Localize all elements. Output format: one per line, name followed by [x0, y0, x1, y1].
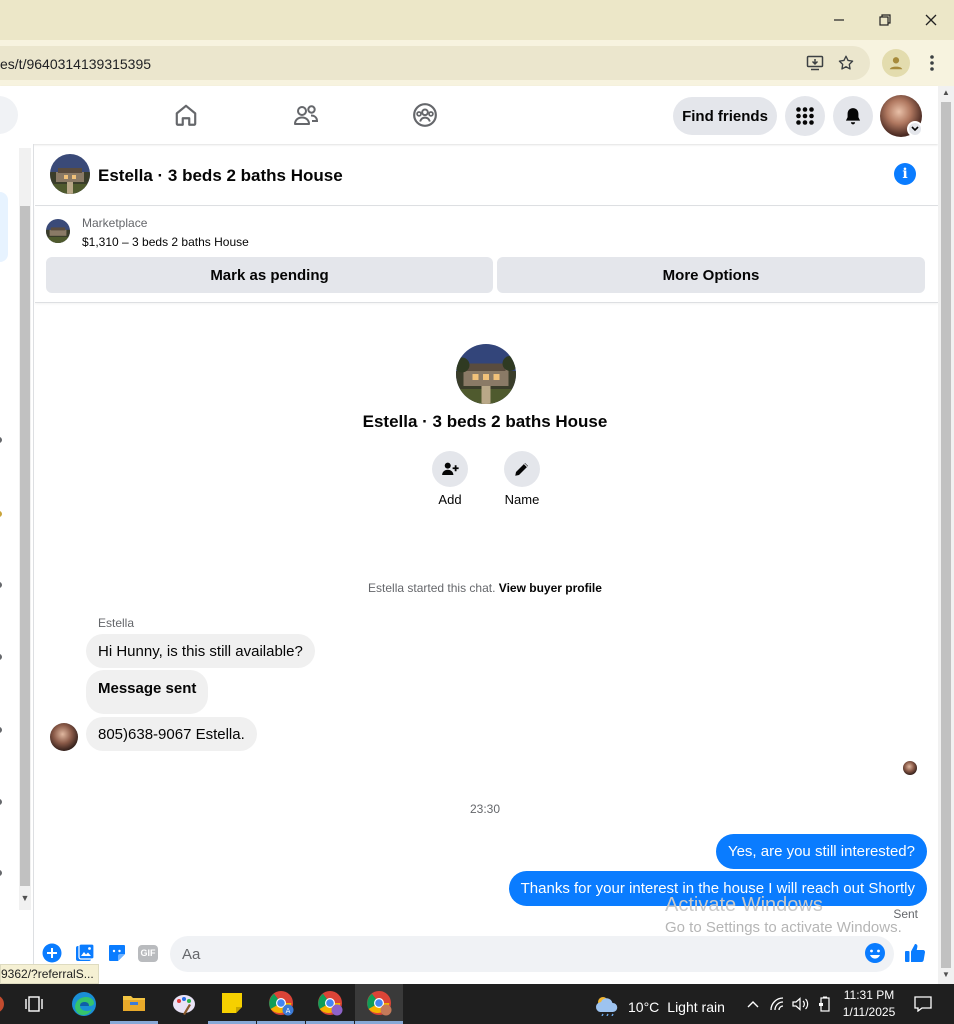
gif-icon[interactable]: GIF [137, 942, 159, 964]
find-friends-button[interactable]: Find friends [673, 97, 777, 135]
weather-widget[interactable]: 10°C Light rain [594, 994, 725, 1019]
page-scrollbar-thumb[interactable] [941, 102, 951, 968]
sticky-notes-icon[interactable] [208, 984, 256, 1024]
listing-thumbnail[interactable] [46, 219, 70, 243]
message-composer[interactable] [170, 936, 894, 972]
scroll-down-arrow-icon[interactable]: ▼ [941, 970, 951, 979]
chat-title[interactable]: Estella · 3 beds 2 baths House [98, 166, 343, 186]
url-text[interactable]: es/t/9640314139315395 [0, 56, 151, 72]
sender-avatar[interactable] [50, 723, 78, 751]
file-explorer-icon[interactable] [110, 984, 158, 1024]
thumbs-up-icon[interactable] [903, 941, 927, 965]
notifications-bell-icon[interactable] [833, 96, 873, 136]
clock-time: 11:31 PM [843, 988, 895, 1002]
chevron-up-icon[interactable] [743, 994, 763, 1014]
weather-temp: 10°C [628, 998, 660, 1015]
photo-attach-icon[interactable] [74, 942, 96, 964]
message-timestamp: 23:30 [469, 802, 501, 816]
link-status-url: 9362/?referralS... [0, 964, 99, 984]
plus-circle-icon[interactable] [41, 942, 63, 964]
sender-name: Estella [98, 616, 135, 630]
add-label: Add [438, 492, 462, 507]
paint-app-icon[interactable] [160, 984, 208, 1024]
rain-cloud-icon [594, 994, 620, 1019]
chrome-profile-b-icon[interactable] [306, 984, 354, 1024]
emoji-icon[interactable] [864, 942, 886, 964]
scroll-up-arrow-icon[interactable]: ▲ [941, 88, 951, 97]
volume-icon[interactable] [791, 994, 811, 1014]
chat-profile-name: Estella · 3 beds 2 baths House [362, 412, 608, 431]
pencil-icon[interactable] [504, 451, 540, 487]
edge-browser-icon[interactable] [60, 984, 108, 1024]
mark-as-pending-button[interactable]: Mark as pending [46, 257, 493, 293]
browser-profile-icon[interactable] [882, 49, 910, 77]
message-input[interactable] [182, 936, 842, 972]
incoming-message[interactable]: Hi Hunny, is this still available? [86, 634, 315, 668]
gif-label: GIF [138, 944, 158, 962]
close-icon[interactable] [908, 0, 954, 40]
chat-avatar[interactable] [50, 154, 90, 194]
sent-status: Sent [893, 907, 918, 921]
restore-icon[interactable] [862, 0, 908, 40]
home-icon[interactable] [168, 98, 204, 132]
window-titlebar [0, 0, 954, 40]
sticker-icon[interactable] [106, 942, 128, 964]
view-buyer-profile-link[interactable]: View buyer profile [499, 581, 602, 595]
chevron-down-icon[interactable] [907, 121, 923, 137]
notification-center-icon[interactable] [912, 994, 934, 1014]
activate-windows-title: Activate Windows [665, 894, 823, 916]
install-app-icon[interactable] [802, 50, 828, 76]
name-label: Name [504, 492, 540, 507]
system-clock[interactable]: 11:31 PM 1/11/2025 [838, 987, 900, 1021]
marketplace-label: Marketplace [82, 216, 148, 230]
clock-date: 1/11/2025 [842, 1005, 896, 1019]
chrome-profile-c-icon[interactable] [355, 984, 403, 1024]
chat-profile-photo[interactable] [456, 344, 516, 404]
selected-chat-highlight[interactable] [0, 192, 8, 262]
battery-icon[interactable] [815, 994, 835, 1014]
weather-desc: Light rain [667, 998, 725, 1015]
friends-icon[interactable] [288, 98, 324, 132]
network-icon[interactable] [768, 994, 788, 1014]
chrome-profile-a-icon[interactable]: A [257, 984, 305, 1024]
task-view-icon[interactable] [10, 984, 58, 1024]
outgoing-message[interactable]: Yes, are you still interested? [715, 834, 927, 869]
scroll-down-arrow-icon[interactable]: ▼ [19, 893, 31, 907]
more-options-button[interactable]: More Options [497, 257, 925, 293]
bookmark-star-icon[interactable] [833, 50, 859, 76]
sidebar-scrollbar-thumb[interactable] [20, 206, 30, 886]
listing-title[interactable]: $1,310 – 3 beds 2 baths House [82, 235, 249, 249]
seen-indicator-avatar [903, 761, 917, 775]
chat-started-notice: Estella started this chat. View buyer pr… [300, 581, 670, 595]
incoming-message[interactable]: Message sent [86, 670, 209, 714]
incoming-message[interactable]: 805)638-9067 Estella. [86, 717, 257, 751]
minimize-icon[interactable] [816, 0, 862, 40]
started-text: Estella started this chat. [368, 581, 496, 595]
browser-menu-icon[interactable] [919, 50, 945, 76]
groups-icon[interactable] [407, 98, 443, 132]
info-icon[interactable]: i [894, 163, 916, 185]
activate-windows-subtitle: Go to Settings to activate Windows. [665, 919, 902, 936]
menu-grid-icon[interactable] [785, 96, 825, 136]
add-person-icon[interactable] [432, 451, 468, 487]
svg-text:A: A [286, 1007, 291, 1015]
